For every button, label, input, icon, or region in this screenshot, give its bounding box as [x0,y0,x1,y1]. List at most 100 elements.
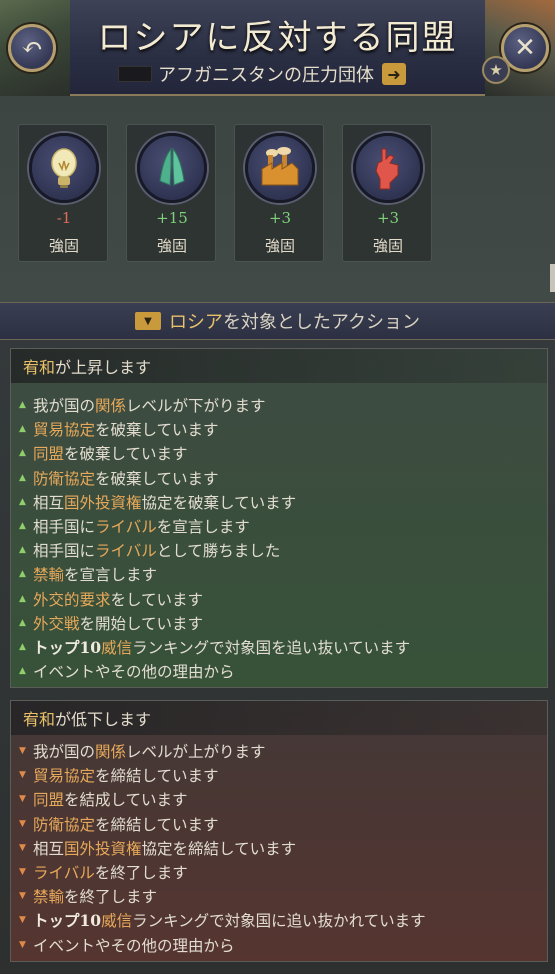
list-item-text: を破棄しています [95,421,219,440]
list-item-text: を破棄しています [64,445,188,464]
list-item: ▲ 外交戦 を開始しています [19,611,410,635]
interest-group-card[interactable]: +3 強固 [342,124,432,262]
list-item-text: を終了します [94,864,188,883]
list-item-text: 協定を締結しています [141,839,297,858]
list-item-text: 相手国に [33,542,96,561]
appeasement-term[interactable]: 宥和 [23,354,55,378]
list-item-text: 我が国の [33,397,96,416]
bullet-icon: ▲ [19,641,26,652]
interest-group-card[interactable]: +15 強固 [126,124,216,262]
list-item: ▼ ライバル を終了します [19,860,426,884]
list-item: ▲ 相手国に ライバル として勝ちました [19,538,410,562]
list-item-text: イベントやその他の理由から [33,663,235,682]
bullet-icon: ▲ [19,448,26,459]
list-item: ▲ 貿易協定 を破棄しています [19,417,410,441]
bullet-icon: ▲ [19,424,26,435]
actions-section-header: ▼ ロシア を対象としたアクション [0,302,555,340]
concept-link[interactable]: 威信 [101,909,132,931]
star-icon[interactable]: ★ [482,56,510,84]
concept-link[interactable]: 防衛協定 [33,467,95,489]
concept-link[interactable]: 同盟 [33,442,64,464]
list-item-text: をしています [110,590,204,609]
concept-link[interactable]: 国外投資権 [64,491,142,513]
bullet-icon: ▲ [19,400,26,411]
bullet-icon: ▼ [19,891,26,902]
concept-link[interactable]: 貿易協定 [33,764,95,786]
ig-value: +3 [268,209,292,227]
list-item: ▼ 同盟 を結成しています [19,787,426,811]
list-item-text: ランキングで対象国を追い抜いています [132,638,411,657]
header-banner: ロシアに反対する同盟 アフガニスタンの圧力団体 ➜ ↶ ✕ ★ [0,0,555,96]
concept-link[interactable]: 威信 [101,636,132,658]
list-item-text: 相互 [33,493,65,512]
flag-icon [118,66,152,82]
increase-title: 宥和 が上昇します [11,349,547,383]
list-item-text: を終了します [64,888,158,907]
ig-value: +3 [376,209,400,227]
list-item: ▲ 防衛協定 を破棄しています [19,466,410,490]
interest-group-card[interactable]: -1 強固 [18,124,108,262]
concept-link[interactable]: 国外投資権 [64,837,142,859]
target-country-name[interactable]: ロシア [169,308,223,334]
bullet-icon: ▲ [19,593,26,604]
concept-link[interactable]: 外交戦 [33,612,80,634]
list-item-text: 我が国の [33,743,96,762]
bullet-icon: ▼ [19,794,26,805]
list-item: ▼ 禁輸 を終了します [19,884,426,908]
list-item-text: を開始しています [79,614,204,633]
list-item: ▲ イベントやその他の理由から [19,659,410,683]
concept-link[interactable]: ライバル [95,515,157,537]
concept-link[interactable]: 禁輸 [33,885,64,907]
bullet-icon: ▼ [19,770,26,781]
concept-link[interactable]: ライバル [95,539,157,561]
concept-link[interactable]: 禁輸 [33,563,64,585]
ig-label: 強固 [48,237,79,255]
concept-link[interactable]: 貿易協定 [33,418,95,440]
increase-list: ▲ 我が国の 関係 レベルが下がります ▲ 貿易協定 を破棄しています ▲ 同盟 を破棄しています… [19,393,410,683]
bullet-icon: ▼ [19,939,26,950]
list-item: ▼ 相互 国外投資権 協定を締結しています [19,836,426,860]
back-button[interactable]: ↶ [8,24,56,72]
list-item: ▲ 我が国の 関係 レベルが下がります [19,393,410,417]
lightbulb-icon [29,133,99,203]
ig-label: 強固 [156,237,187,255]
bullet-icon: ▼ [19,746,26,757]
goto-arrow-icon[interactable]: ➜ [382,63,406,85]
concept-link[interactable]: 関係 [95,394,126,416]
list-item-text: 相手国に [33,518,96,537]
bullet-icon: ▲ [19,617,26,628]
bullet-icon: ▲ [19,472,26,483]
concept-link[interactable]: 防衛協定 [33,813,95,835]
scrollbar-handle[interactable] [550,264,555,292]
subtitle-row: アフガニスタンの圧力団体 ➜ [118,60,406,88]
ig-value: +15 [156,209,188,227]
bullet-icon: ▲ [19,666,26,677]
decrease-list: ▼ 我が国の 関係 レベルが上がります ▼ 貿易協定 を締結しています ▼ 同盟 を結成しています… [19,739,426,957]
list-item-text: として勝ちました [156,542,281,561]
list-item: ▼ イベントやその他の理由から [19,933,426,957]
interest-group-card[interactable]: +3 強固 [234,124,324,262]
bullet-icon: ▼ [19,867,26,878]
close-icon: ✕ [514,33,536,63]
list-item-text: を破棄しています [95,469,219,488]
list-item: ▼ 防衛協定 を締結しています [19,812,426,836]
concept-link[interactable]: 同盟 [33,788,64,810]
bullet-icon: ▲ [19,545,26,556]
list-item-text: 協定を破棄しています [141,493,297,512]
concept-link[interactable]: 外交的要求 [33,588,111,610]
appeasement-term[interactable]: 宥和 [23,706,55,730]
list-item-text: レベルが下がります [126,397,266,416]
decrease-title-text: が低下します [55,710,152,729]
bullet-icon: ▼ [19,842,26,853]
bullet-icon: ▼ [19,818,26,829]
list-item-text: を結成しています [64,791,188,810]
list-item-text: を宣言します [156,518,250,537]
bullet-icon: ▲ [19,569,26,580]
concept-link[interactable]: ライバル [33,861,95,883]
list-item: ▲ 相互 国外投資権 協定を破棄しています [19,490,410,514]
increase-title-text: が上昇します [55,358,152,377]
concept-link[interactable]: 関係 [95,740,126,762]
decrease-title: 宥和 が低下します [11,701,547,735]
list-item-text: を締結しています [95,767,219,786]
fist-icon [353,133,423,203]
